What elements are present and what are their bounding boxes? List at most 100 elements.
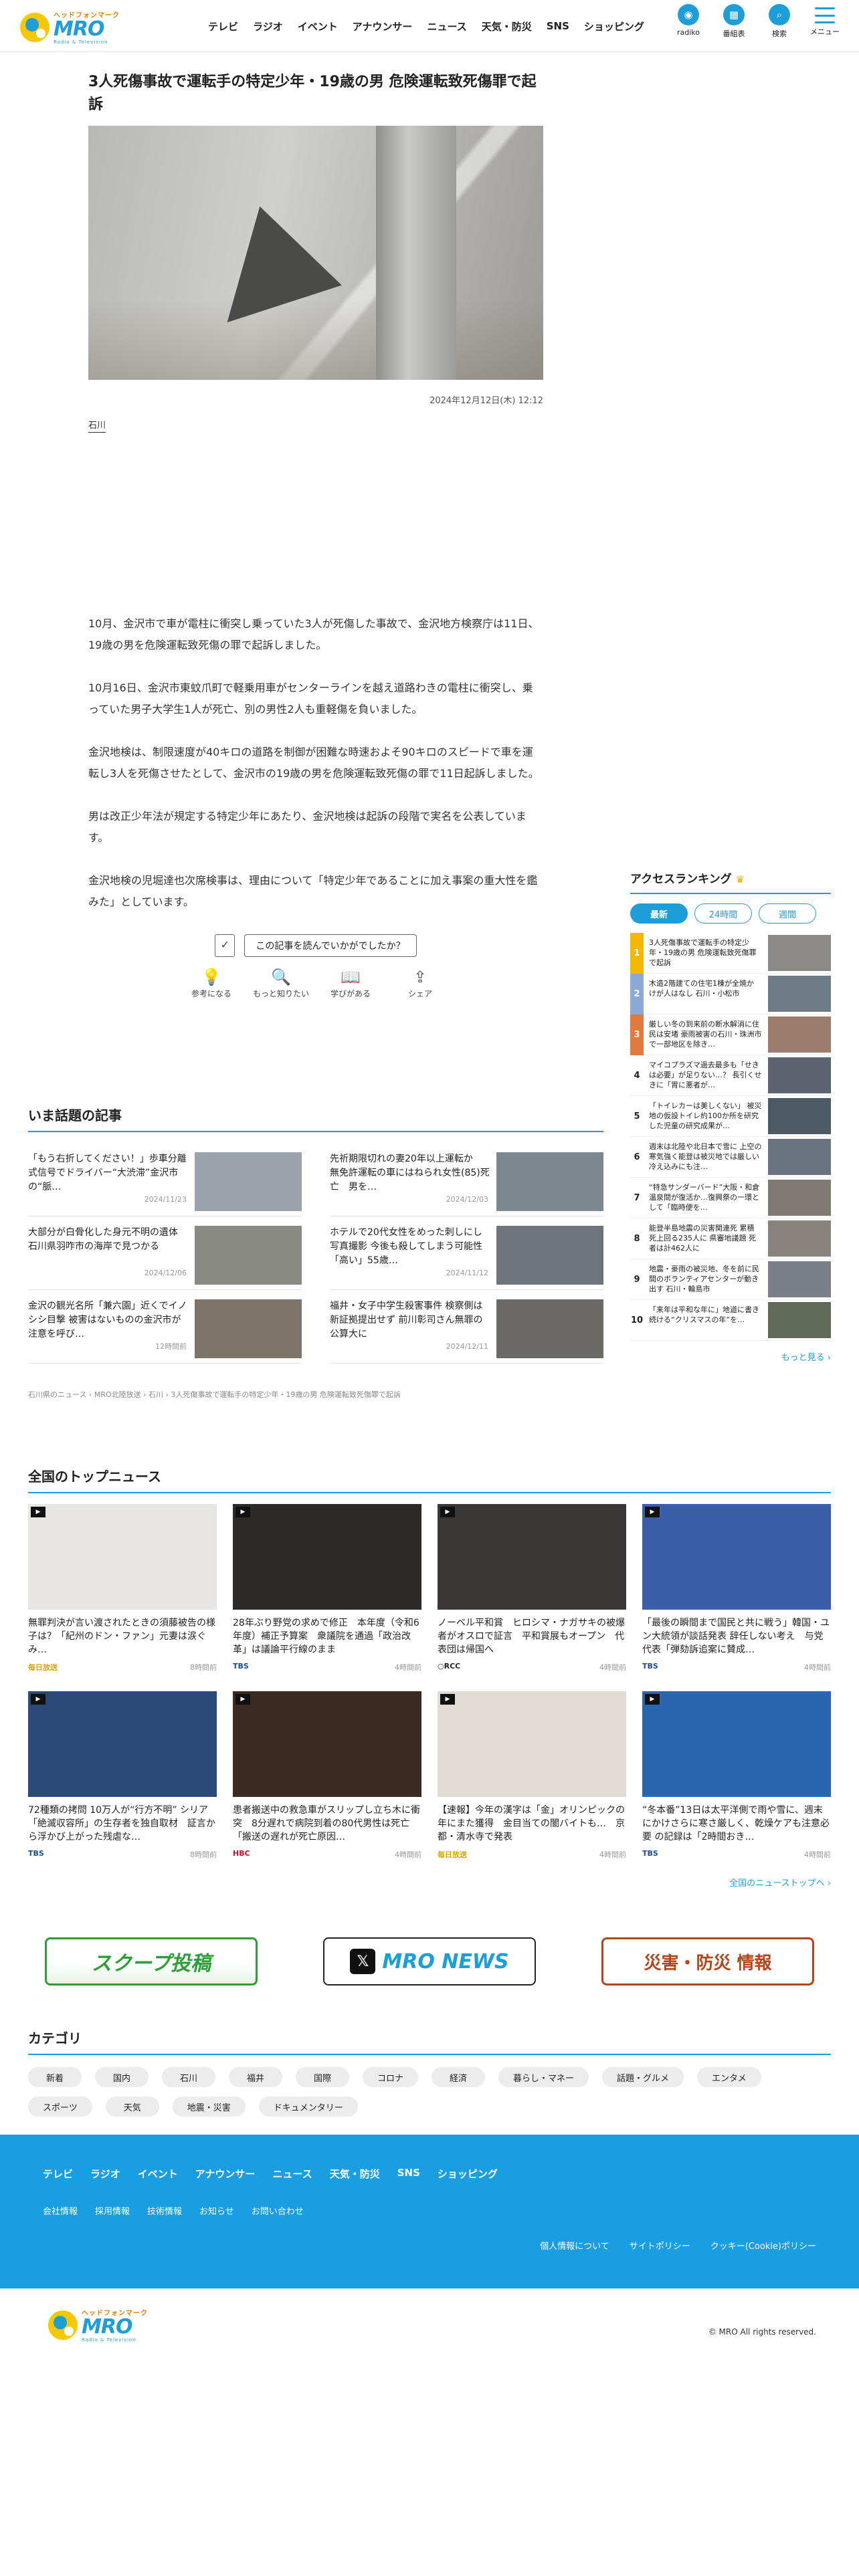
category-chip[interactable]: スポーツ (28, 2097, 92, 2117)
nav-tv[interactable]: テレビ (201, 19, 246, 33)
ranking-item[interactable]: 1 3人死傷事故で運転手の特定少年・19歳の男 危険運転致死傷罪で起訴 (630, 932, 831, 974)
ranking-tab-latest[interactable]: 最新 (630, 903, 688, 924)
category-chip[interactable]: 国内 (95, 2067, 149, 2087)
ranking-item[interactable]: 9 地震・豪雨の被災地、冬を前に民間のボランティアセンターが動き出す 石川・輪島市 (630, 1259, 831, 1300)
menu-button[interactable]: メニュー (807, 4, 843, 39)
ranking-more-link[interactable]: もっと見る › (630, 1350, 831, 1363)
share-icon: ⇪ (413, 968, 427, 986)
category-chip[interactable]: 石川 (162, 2067, 215, 2087)
ranking-thumbnail (768, 1220, 831, 1257)
news-title: 【速報】今年の漢字は「金」オリンピックの年にまた獲得 金目当ての闇バイトも… 京… (438, 1805, 625, 1842)
ranking-item[interactable]: 7 “特急サンダーバード”大阪・和倉温泉間が復活か…復興祭の一環として「臨時便を… (630, 1178, 831, 1218)
news-card[interactable]: ▶ ノーベル平和賞 ヒロシマ・ナガサキの被爆者がオスロで証言 平和賞展もオープン … (438, 1504, 626, 1673)
disaster-info-banner[interactable]: 災害・防災 情報 (585, 1933, 831, 1990)
news-card[interactable]: ▶ 無罪判決が言い渡されたときの須藤被告の様子は？「紀州のドン・ファン」元妻は涙ぐ… (28, 1504, 217, 1673)
footer-nav-link[interactable]: SNS (397, 2167, 420, 2181)
article-paragraph: 10月16日、金沢市東蚊爪町で軽乗用車がセンターラインを越え道路わきの電柱に衝突… (88, 681, 533, 716)
lightbulb-icon: 💡 (201, 968, 221, 986)
topic-item[interactable]: ホテルで20代女性をめった刺しにし写真撮影 今後も殺してしまう可能性「高い」55… (330, 1216, 603, 1290)
topic-item[interactable]: 「もう右折してください！」歩車分離式信号でドライバー“大渋滞”金沢市の“脈… 20… (28, 1143, 302, 1216)
book-icon: 📖 (341, 968, 361, 986)
radiko-button[interactable]: ◉ radiko (670, 4, 706, 39)
video-icon: ▶ (645, 1507, 660, 1517)
category-chip[interactable]: 暮らし・マネー (498, 2067, 589, 2087)
category-chip[interactable]: 話題・グルメ (602, 2067, 684, 2087)
footer-nav-link[interactable]: イベント (138, 2167, 178, 2181)
category-chip[interactable]: エンタメ (697, 2067, 761, 2087)
ranking-item[interactable]: 4 マイコプラズマ過去最多も「せきは必要」が足りない…？ 長引くせきに「胃に悪者が… (630, 1055, 831, 1096)
mro-logo[interactable]: ヘッドフォンマーク MRO Radio & Television (20, 9, 120, 45)
footer-policy-link[interactable]: 個人情報について (540, 2239, 609, 2252)
ranking-tab-24h[interactable]: 24時間 (694, 903, 752, 924)
nav-announcer[interactable]: アナウンサー (345, 19, 420, 33)
footer-link[interactable]: 採用情報 (95, 2204, 130, 2217)
share-button[interactable]: ⇪ シェア (390, 968, 450, 999)
trending-articles: いま話題の記事 「もう右折してください！」歩車分離式信号でドライバー“大渋滞”金… (28, 1105, 603, 1400)
feedback-useful-button[interactable]: 💡 参考になる (181, 968, 242, 999)
video-icon: ▶ (440, 1507, 455, 1517)
feedback-more-button[interactable]: 🔍 もっと知りたい (251, 968, 311, 999)
ranking-item[interactable]: 6 週末は北陸や北日本で雪に 上空の寒気強く能登は被災地では厳しい冷え込みにも注… (630, 1137, 831, 1178)
ranking-tab-weekly[interactable]: 週間 (759, 903, 816, 924)
news-card[interactable]: ▶ 患者搬送中の救急車がスリップし立ち木に衝突 8分遅れで病院到着の80代男性は死… (233, 1691, 421, 1860)
category-chip[interactable]: ドキュメンタリー (258, 2097, 358, 2117)
news-card[interactable]: ▶ 72種類の拷問 10万人が“行方不明” シリア「絶滅収容所」の生存者を独自取材… (28, 1691, 217, 1860)
nav-weather[interactable]: 天気・防災 (474, 19, 539, 33)
tv-guide-button[interactable]: ▦ 番組表 (716, 4, 752, 39)
footer-policy-link[interactable]: サイトポリシー (630, 2239, 690, 2252)
ranking-thumbnail (768, 1180, 831, 1216)
category-chip[interactable]: コロナ (363, 2067, 419, 2087)
footer-nav-link[interactable]: ニュース (272, 2167, 312, 2181)
nav-news[interactable]: ニュース (419, 19, 474, 33)
category-chip[interactable]: 新着 (28, 2067, 82, 2087)
ranking-item[interactable]: 5 「トイレカーは美しくない」 被災地の仮設トイレ約100か所を研究した児童の研究… (630, 1096, 831, 1137)
breadcrumb[interactable]: 石川県のニュース › MRO北陸放送 › 石川 › 3人死傷事故で運転手の特定少… (28, 1389, 603, 1400)
footer-link[interactable]: 技術情報 (147, 2204, 182, 2217)
feedback-learn-button[interactable]: 📖 学びがある (320, 968, 381, 999)
search-button[interactable]: ⌕ 検索 (761, 4, 797, 39)
topic-item[interactable]: 先祈期限切れの妻20年以上運転か 無免許運転の車にはねられ女性(85)死亡 男を… (330, 1143, 603, 1216)
category-chip[interactable]: 経済 (432, 2067, 486, 2087)
news-card[interactable]: ▶ “冬本番”13日は太平洋側で雨や雪に、週末にかけさらに寒さ厳しく、乾燥ケアも注… (642, 1691, 831, 1860)
ranking-thumbnail (768, 1261, 831, 1297)
footer-link[interactable]: お知らせ (199, 2204, 234, 2217)
footer-nav-link[interactable]: ショッピング (438, 2167, 498, 2181)
topic-item[interactable]: 金沢の観光名所「兼六園」近くでイノシシ目撃 被害はないものの金沢市が注意を呼び…… (28, 1290, 302, 1364)
ranking-item[interactable]: 2 木造2階建ての住宅1棟が全焼か けが人はなし 石川・小松市 (630, 973, 831, 1014)
topic-date: 12時間前 (155, 1342, 187, 1351)
news-card[interactable]: ▶ 【速報】今年の漢字は「金」オリンピックの年にまた獲得 金目当ての闇バイトも… … (438, 1691, 626, 1860)
category-chip[interactable]: 地震・災害 (172, 2097, 246, 2117)
ranking-item[interactable]: 10 「来年は平和な年に」地道に書き続ける“クリスマスの年”を… (630, 1300, 831, 1341)
national-more-link[interactable]: 全国のニューストップへ › (28, 1876, 831, 1889)
news-title: 「最後の瞬間まで国民と共に戦う」韓国・ユン大統領が談話発表 辞任しない考え 与党… (642, 1618, 830, 1655)
topic-thumbnail (195, 1152, 302, 1211)
mro-news-x-banner[interactable]: 𝕏 MRO NEWS (306, 1933, 553, 1990)
news-card[interactable]: ▶ 「最後の瞬間まで国民と共に戦う」韓国・ユン大統領が談話発表 辞任しない考え 与… (642, 1504, 831, 1673)
nav-shopping[interactable]: ショッピング (577, 19, 652, 33)
category-chip[interactable]: 国際 (296, 2067, 349, 2087)
global-nav: テレビ ラジオ イベント アナウンサー ニュース 天気・防災 SNS ショッピン… (201, 0, 652, 52)
footer-link[interactable]: 会社情報 (43, 2204, 78, 2217)
ranking-item-title: “特急サンダーバード”大阪・和倉温泉間が復活か…復興祭の一環として「臨時便を… (649, 1183, 760, 1212)
footer-nav-link[interactable]: テレビ (43, 2167, 73, 2181)
ranking-item[interactable]: 8 能登半島地震の災害関連死 累積 死上回る235人に 県審地議題 死者は計462… (630, 1218, 831, 1259)
footer-nav-link[interactable]: ラジオ (90, 2167, 120, 2181)
scoop-banner[interactable]: スクープ投稿 (28, 1933, 274, 1990)
news-card[interactable]: ▶ 28年ぶり野党の求めで修正 本年度（令和6年度）補正予算案 衆議院を通過「政治… (233, 1504, 421, 1673)
article-tag-link[interactable]: 石川 (88, 418, 106, 433)
topic-item[interactable]: 大部分が白骨化した身元不明の遺体 石川県羽咋市の海岸で見つかる 2024/12/0… (28, 1216, 302, 1290)
footer-logo[interactable]: ヘッドフォンマーク MRO Radio & Television (48, 2307, 148, 2343)
mro-news-banner-label: MRO NEWS (382, 1949, 509, 1973)
news-thumbnail: ▶ (642, 1504, 831, 1610)
category-chip[interactable]: 福井 (229, 2067, 282, 2087)
nav-radio[interactable]: ラジオ (246, 19, 290, 33)
nav-sns[interactable]: SNS (539, 20, 577, 32)
category-chip[interactable]: 天気 (105, 2097, 159, 2117)
footer-nav-link[interactable]: アナウンサー (195, 2167, 256, 2181)
footer-policy-link[interactable]: クッキー(Cookie)ポリシー (710, 2239, 816, 2252)
footer-nav-link[interactable]: 天気・防災 (330, 2167, 380, 2181)
nav-event[interactable]: イベント (290, 19, 345, 33)
ranking-item[interactable]: 3 厳しい冬の到来前の断水解消に住民は安堵 豪雨被害の石川・珠洲市で一部地区を除き… (630, 1014, 831, 1055)
topic-item[interactable]: 福井・女子中学生殺害事件 検察側は新証拠提出せず 前川彰司さん無罪の公算大に 20… (330, 1290, 603, 1364)
footer-link[interactable]: お問い合わせ (252, 2204, 304, 2217)
